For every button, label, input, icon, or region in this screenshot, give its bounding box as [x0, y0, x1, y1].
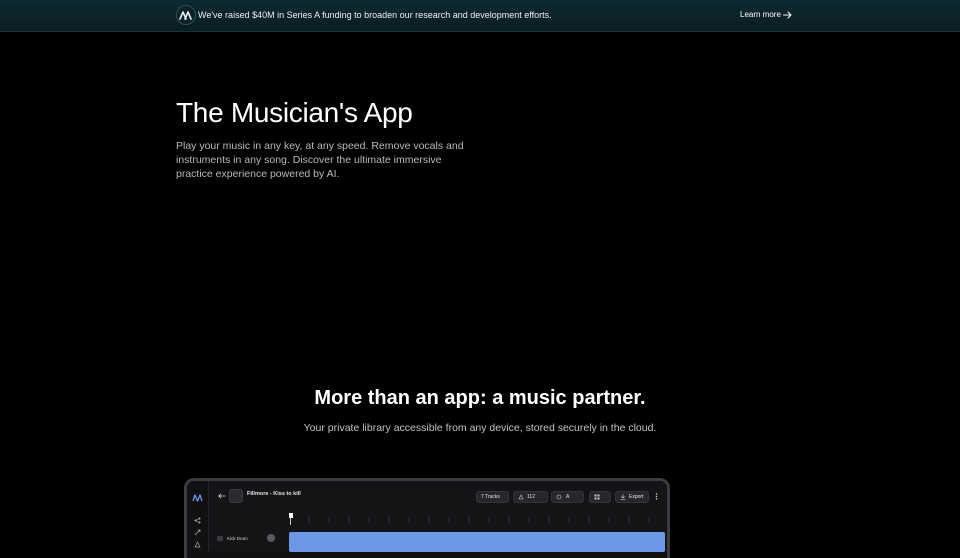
track-volume-knob[interactable]	[267, 534, 275, 542]
app-preview-device: Fillmore - Kiss to kill 7 Tracks 112 A E…	[184, 478, 670, 558]
download-icon	[620, 494, 626, 500]
banner-message: We've raised $40M in Series A funding to…	[198, 10, 552, 20]
hero-title: The Musician's App	[176, 97, 413, 128]
app-preview-screen: Fillmore - Kiss to kill 7 Tracks 112 A E…	[187, 481, 667, 552]
more-options-icon[interactable]	[655, 493, 658, 500]
timeline-ruler[interactable]	[289, 511, 665, 525]
tracks-label: 7 Tracks	[481, 494, 500, 500]
playhead-marker	[289, 513, 293, 518]
grid-icon	[594, 494, 600, 500]
song-title: Fillmore - Kiss to kill	[247, 491, 301, 497]
layout-control[interactable]	[589, 491, 611, 503]
bpm-control[interactable]: 112	[513, 491, 548, 503]
track-name: Kick Drum	[227, 536, 248, 541]
export-label: Export	[629, 494, 644, 500]
app-logo-icon	[192, 494, 203, 502]
bpm-value: 112	[527, 494, 535, 500]
app-sidebar	[187, 481, 209, 551]
tempo-icon	[518, 494, 524, 500]
track-waveform[interactable]	[289, 532, 665, 552]
section-subtitle: Your private library accessible from any…	[303, 422, 657, 434]
song-artwork	[229, 489, 243, 503]
app-toolbar: Fillmore - Kiss to kill 7 Tracks 112 A E…	[209, 487, 667, 505]
hero-description: Play your music in any key, at any speed…	[176, 140, 464, 180]
section-title: More than an app: a music partner.	[314, 387, 646, 409]
back-arrow-icon[interactable]	[218, 493, 226, 499]
announcement-banner: We've raised $40M in Series A funding to…	[0, 0, 960, 32]
track-mute-toggle[interactable]	[217, 536, 223, 541]
learn-more-label: Learn more	[740, 10, 781, 19]
export-button[interactable]: Export	[615, 491, 649, 503]
key-control[interactable]: A	[551, 491, 584, 503]
tracks-dropdown[interactable]: 7 Tracks	[476, 491, 509, 503]
pitch-icon[interactable]	[194, 529, 201, 536]
moises-logo-icon[interactable]	[176, 5, 196, 25]
share-icon[interactable]	[194, 517, 201, 524]
learn-more-link[interactable]: Learn more	[740, 10, 792, 19]
key-value: A	[566, 494, 570, 500]
arrow-right-icon	[782, 11, 792, 18]
key-icon	[556, 494, 562, 500]
metronome-icon[interactable]	[194, 541, 201, 548]
